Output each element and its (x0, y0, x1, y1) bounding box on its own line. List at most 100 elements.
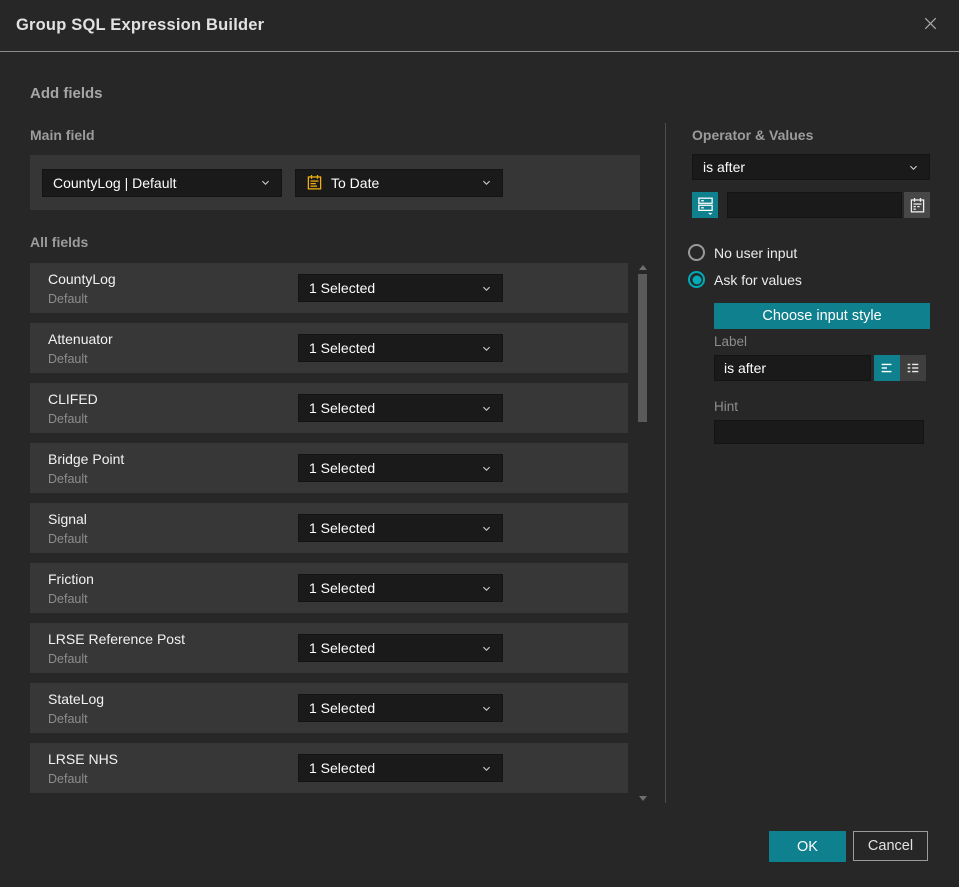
close-button[interactable] (917, 13, 943, 39)
field-row-clifed: CLIFED Default 1 Selected (30, 383, 628, 433)
field-selection-dropdown[interactable]: 1 Selected (298, 574, 503, 602)
radio-checked-icon (688, 271, 705, 288)
field-row-signal: Signal Default 1 Selected (30, 503, 628, 553)
value-input[interactable] (727, 192, 902, 218)
add-fields-heading: Add fields (30, 85, 103, 102)
dropdown-value: 1 Selected (309, 520, 376, 536)
field-name: LRSE NHS (48, 750, 119, 767)
single-line-style-button[interactable] (874, 355, 900, 381)
field-subtitle: Default (48, 771, 88, 786)
field-subtitle: Default (48, 471, 88, 486)
main-field-heading: Main field (30, 127, 95, 143)
main-field-type-dropdown[interactable]: To Date (295, 168, 503, 197)
close-icon (921, 14, 940, 38)
dropdown-value: 1 Selected (309, 700, 376, 716)
chevron-down-icon (908, 162, 919, 173)
dropdown-value: 1 Selected (309, 460, 376, 476)
field-row-attenuator: Attenuator Default 1 Selected (30, 323, 628, 373)
main-field-panel: CountyLog | Default To Date (30, 155, 640, 210)
chevron-down-icon (481, 703, 492, 714)
list-style-button[interactable] (900, 355, 926, 381)
scrollbar-thumb[interactable] (638, 274, 647, 422)
field-row-statelog: StateLog Default 1 Selected (30, 683, 628, 733)
value-list-button[interactable] (692, 192, 718, 218)
dialog-header: Group SQL Expression Builder (0, 0, 959, 52)
dropdown-value: 1 Selected (309, 340, 376, 356)
all-fields-heading: All fields (30, 234, 89, 250)
dropdown-value: 1 Selected (309, 280, 376, 296)
chevron-down-icon (481, 463, 492, 474)
label-input-row (714, 355, 926, 381)
main-field-dropdown-value: CountyLog | Default (53, 174, 177, 191)
field-name: LRSE Reference Post (48, 630, 185, 647)
operator-dropdown[interactable]: is after (692, 154, 930, 180)
field-selection-dropdown[interactable]: 1 Selected (298, 454, 503, 482)
radio-unchecked-icon (688, 244, 705, 261)
panel-divider (665, 123, 666, 803)
radio-no-user-input[interactable]: No user input (688, 244, 797, 261)
main-field-dropdown[interactable]: CountyLog | Default (42, 168, 282, 197)
field-selection-dropdown[interactable]: 1 Selected (298, 334, 503, 362)
field-selection-dropdown[interactable]: 1 Selected (298, 694, 503, 722)
align-left-icon (879, 360, 895, 376)
field-name: CLIFED (48, 390, 98, 407)
radio-label: Ask for values (714, 271, 802, 288)
operator-dropdown-value: is after (703, 159, 746, 175)
calendar-icon (306, 174, 323, 191)
field-row-lrse-reference-post: LRSE Reference Post Default 1 Selected (30, 623, 628, 673)
date-picker-button[interactable] (904, 192, 930, 218)
field-subtitle: Default (48, 351, 88, 366)
field-row-friction: Friction Default 1 Selected (30, 563, 628, 613)
chevron-down-icon (481, 177, 492, 188)
list-scrollbar[interactable] (635, 263, 651, 803)
chevron-down-icon (481, 403, 492, 414)
field-selection-dropdown[interactable]: 1 Selected (298, 514, 503, 542)
ok-button[interactable]: OK (769, 831, 846, 862)
field-name: StateLog (48, 690, 105, 707)
chevron-down-icon (481, 283, 492, 294)
chevron-down-icon (481, 523, 492, 534)
cancel-button[interactable]: Cancel (853, 831, 928, 861)
choose-input-style-button[interactable]: Choose input style (714, 303, 930, 329)
calendar-icon (909, 197, 926, 214)
group-sql-expression-builder-dialog: Group SQL Expression Builder Add fields … (0, 0, 959, 887)
hint-input[interactable] (714, 420, 924, 444)
chevron-down-icon (481, 583, 492, 594)
label-input[interactable] (714, 355, 871, 381)
list-icon (905, 360, 921, 376)
hint-caption: Hint (714, 399, 739, 414)
operator-values-heading: Operator & Values (692, 127, 814, 143)
field-name: Bridge Point (48, 450, 125, 467)
field-selection-dropdown[interactable]: 1 Selected (298, 634, 503, 662)
field-selection-dropdown[interactable]: 1 Selected (298, 394, 503, 422)
field-row-bridge-point: Bridge Point Default 1 Selected (30, 443, 628, 493)
dropdown-value: 1 Selected (309, 580, 376, 596)
field-subtitle: Default (48, 411, 88, 426)
field-selection-dropdown[interactable]: 1 Selected (298, 274, 503, 302)
dropdown-value: 1 Selected (309, 760, 376, 776)
chevron-down-icon (481, 343, 492, 354)
radio-ask-for-values[interactable]: Ask for values (688, 271, 802, 288)
field-subtitle: Default (48, 291, 88, 306)
dropdown-value: 1 Selected (309, 640, 376, 656)
radio-label: No user input (714, 244, 798, 261)
chevron-down-icon (481, 643, 492, 654)
field-subtitle: Default (48, 531, 88, 546)
chevron-down-icon (481, 763, 492, 774)
field-row-countylog: CountyLog Default 1 Selected (30, 263, 628, 313)
field-name: Signal (48, 510, 87, 527)
main-field-type-dropdown-value: To Date (331, 174, 380, 191)
field-selection-dropdown[interactable]: 1 Selected (298, 754, 503, 782)
field-name: Friction (48, 570, 94, 587)
scrollbar-down-arrow-icon[interactable] (639, 796, 647, 801)
field-subtitle: Default (48, 591, 88, 606)
dialog-title: Group SQL Expression Builder (16, 16, 265, 34)
label-caption: Label (714, 334, 748, 349)
field-name: CountyLog (48, 270, 116, 287)
field-name: Attenuator (48, 330, 113, 347)
scrollbar-up-arrow-icon[interactable] (639, 265, 647, 270)
field-subtitle: Default (48, 651, 88, 666)
chevron-down-icon (260, 177, 271, 188)
dropdown-value: 1 Selected (309, 400, 376, 416)
field-row-lrse-nhs: LRSE NHS Default 1 Selected (30, 743, 628, 793)
